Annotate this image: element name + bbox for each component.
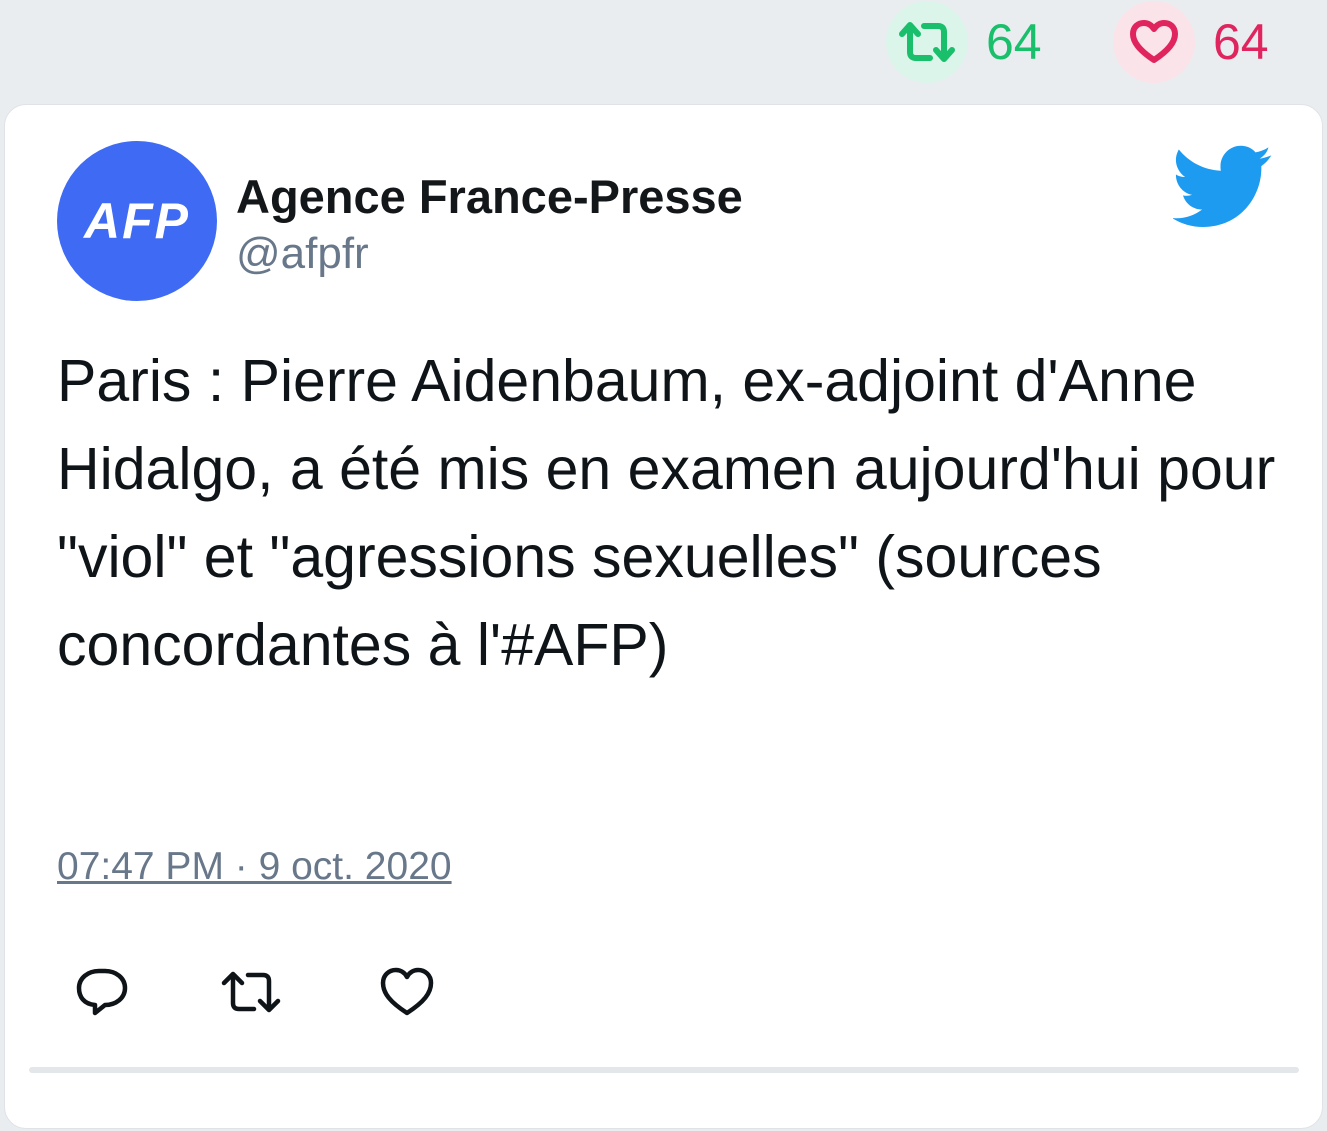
avatar[interactable]: AFP <box>57 141 217 301</box>
like-count: 64 <box>1213 14 1269 70</box>
reply-button[interactable] <box>73 965 131 1019</box>
tweet-timestamp[interactable]: 07:47 PM · 9 oct. 2020 <box>57 845 452 889</box>
engagement-bar: 64 64 <box>0 0 1327 100</box>
reply-icon <box>76 968 128 1016</box>
tweet-text: Paris : Pierre Aidenbaum, ex-adjoint d'A… <box>57 348 1276 678</box>
tweet-card: AFP Agence France-Presse @afpfr Paris : … <box>4 104 1323 1129</box>
retweet-stat[interactable]: 64 <box>886 1 1042 83</box>
retweet-icon <box>221 971 281 1013</box>
like-stat[interactable]: 64 <box>1113 1 1269 83</box>
retweet-count: 64 <box>986 14 1042 70</box>
divider <box>29 1067 1299 1073</box>
retweet-icon[interactable] <box>886 1 968 83</box>
like-button[interactable] <box>378 965 436 1019</box>
avatar-logo-text: AFP <box>84 193 190 249</box>
author-handle[interactable]: @afpfr <box>236 229 369 279</box>
twitter-bird-icon[interactable] <box>1173 145 1273 229</box>
heart-icon[interactable] <box>1113 1 1195 83</box>
heart-icon <box>380 967 434 1016</box>
retweet-button[interactable] <box>220 965 281 1019</box>
author-name[interactable]: Agence France-Presse <box>236 169 743 224</box>
